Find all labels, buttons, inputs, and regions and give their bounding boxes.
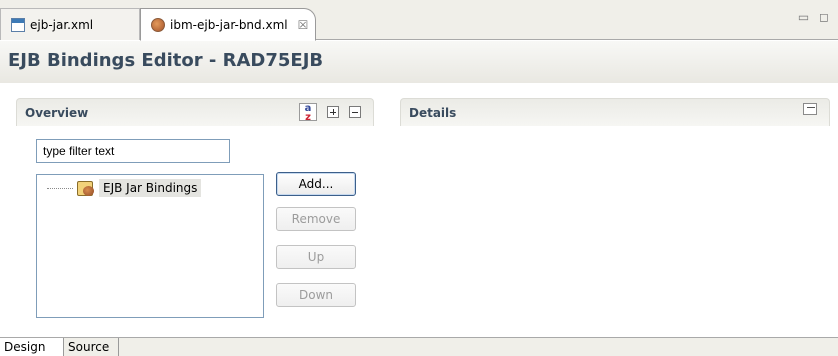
tree-item-ejb-jar-bindings[interactable]: EJB Jar Bindings	[47, 179, 202, 197]
details-header: Details	[400, 98, 830, 126]
tab-source[interactable]: Source	[64, 338, 119, 356]
details-section: Details	[400, 98, 830, 334]
tab-ejb-jar-xml[interactable]: ejb-jar.xml	[0, 8, 140, 40]
remove-button[interactable]: Remove	[276, 207, 356, 231]
overview-title: Overview	[25, 106, 89, 120]
down-button[interactable]: Down	[276, 283, 356, 307]
page-title: EJB Bindings Editor - RAD75EJB	[8, 50, 324, 71]
tab-label: ibm-ejb-jar-bnd.xml	[170, 17, 288, 32]
details-toolbar	[803, 103, 817, 115]
ejb-jar-bindings-icon	[77, 179, 95, 197]
overview-toolbar: az	[299, 103, 361, 123]
editor-header: EJB Bindings Editor - RAD75EJB	[0, 41, 838, 83]
sort-alphabetically-icon[interactable]: az	[299, 103, 317, 123]
collapse-all-icon[interactable]	[349, 106, 361, 118]
editor-page-tabs: Design Source	[0, 337, 838, 356]
tree-item-label: EJB Jar Bindings	[99, 179, 202, 197]
close-tab-icon[interactable]: ☒	[298, 18, 309, 32]
ejb-bean-icon	[151, 17, 165, 32]
up-button[interactable]: Up	[276, 245, 356, 269]
xml-file-icon	[11, 17, 25, 32]
bindings-tree[interactable]: EJB Jar Bindings	[36, 174, 264, 318]
details-layout-icon[interactable]	[803, 103, 817, 115]
add-button[interactable]: Add...	[276, 172, 356, 196]
tab-design[interactable]: Design	[0, 338, 64, 356]
filter-input[interactable]	[36, 139, 230, 163]
overview-header: Overview az	[16, 98, 374, 126]
details-title: Details	[409, 106, 457, 120]
expand-all-icon[interactable]	[327, 106, 339, 118]
minimize-maximize-controls[interactable]: ▭ ◻	[798, 10, 832, 24]
tree-connector	[47, 187, 73, 189]
editor-tab-bar: ejb-jar.xml ibm-ejb-jar-bnd.xml ☒ ▭ ◻	[0, 0, 838, 41]
tab-ibm-ejb-jar-bnd-xml[interactable]: ibm-ejb-jar-bnd.xml ☒	[140, 8, 316, 41]
tab-label: ejb-jar.xml	[30, 17, 94, 32]
